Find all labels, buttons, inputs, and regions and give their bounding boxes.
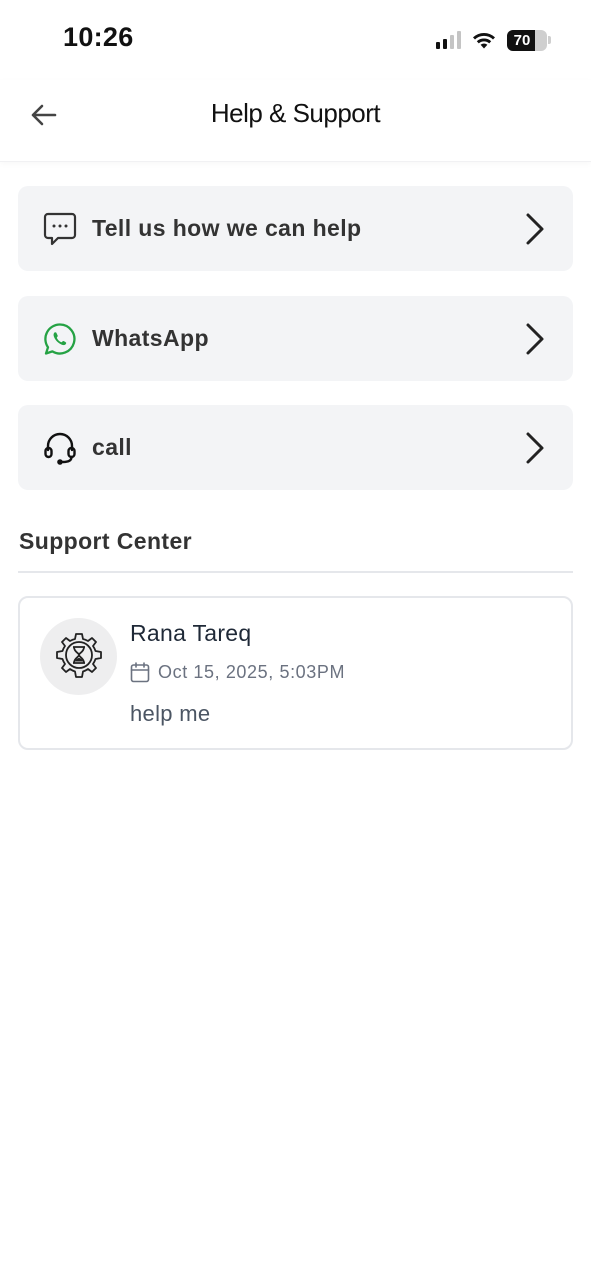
avatar xyxy=(40,618,117,695)
menu-item-whatsapp[interactable]: WhatsApp xyxy=(18,296,573,381)
status-bar: 10:26 70 xyxy=(0,0,591,80)
ticket-name: Rana Tareq xyxy=(130,620,252,646)
chevron-right-icon xyxy=(526,323,544,355)
page-title: Help & Support xyxy=(210,98,381,128)
calendar-icon xyxy=(130,662,150,683)
whatsapp-icon xyxy=(42,321,78,357)
header: Help & Support xyxy=(0,80,591,162)
chevron-right-icon xyxy=(526,213,544,245)
chat-bubble-icon xyxy=(42,211,78,247)
menu-item-call[interactable]: call xyxy=(18,405,573,490)
headset-icon xyxy=(42,430,78,466)
cellular-signal-icon xyxy=(436,31,461,49)
menu-item-label: call xyxy=(92,434,132,460)
wifi-icon xyxy=(473,32,495,49)
battery-level: 70 xyxy=(513,31,531,49)
battery-icon: 70 xyxy=(507,29,547,51)
section-divider xyxy=(18,571,573,573)
menu-item-help[interactable]: Tell us how we can help xyxy=(18,186,573,271)
ticket-message: help me xyxy=(130,701,211,726)
gear-hourglass-icon xyxy=(55,632,102,678)
status-time: 10:26 xyxy=(63,22,134,52)
ticket-date-row: Oct 15, 2025, 5:03PM xyxy=(130,662,345,683)
ticket-date: Oct 15, 2025, 5:03PM xyxy=(158,662,346,682)
battery-cap xyxy=(548,36,551,44)
ticket-card[interactable]: Rana Tareq Oct 15, 2025, 5:03PM help me xyxy=(18,596,573,750)
menu-item-label: WhatsApp xyxy=(92,325,209,351)
support-center-title: Support Center xyxy=(19,528,192,554)
status-icons: 70 xyxy=(436,28,551,52)
chevron-right-icon xyxy=(526,432,544,464)
menu-item-label: Tell us how we can help xyxy=(92,215,362,241)
